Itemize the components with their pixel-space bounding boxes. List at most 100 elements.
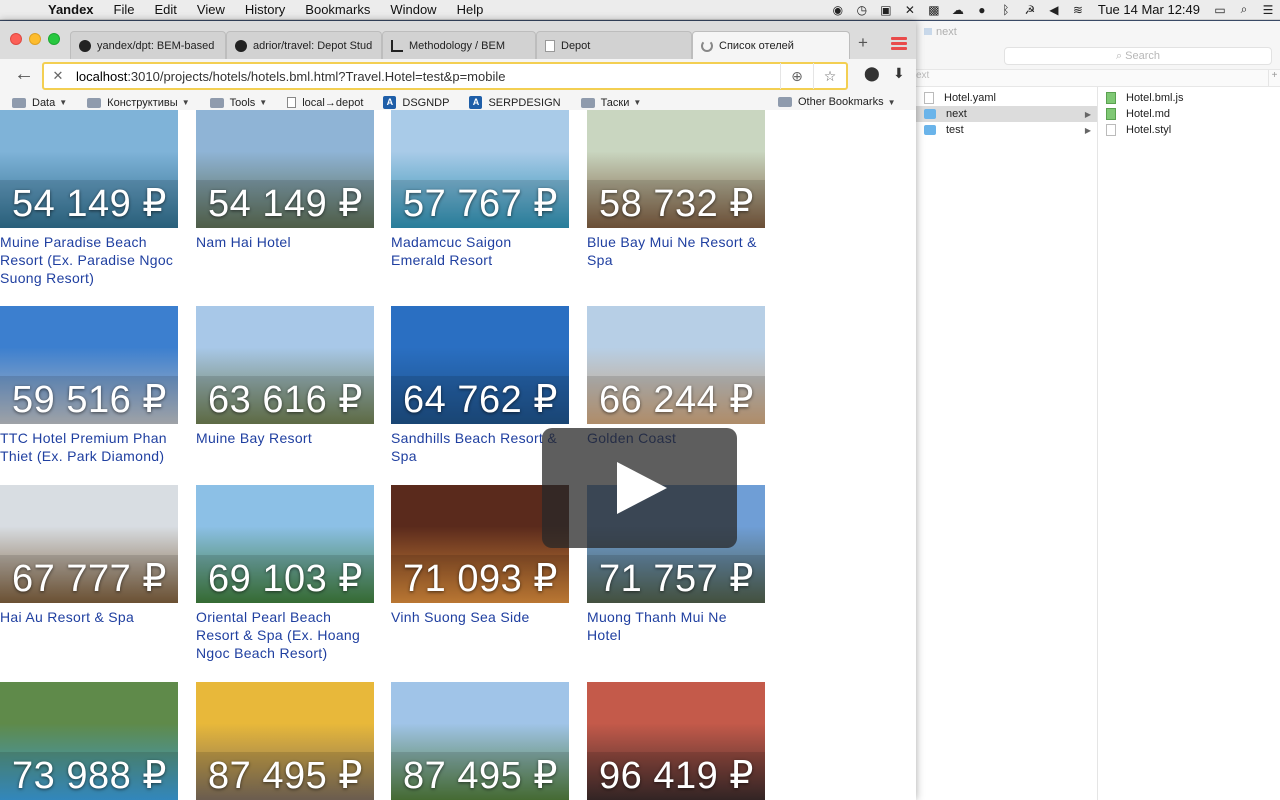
menu-bookmarks[interactable]: Bookmarks [295,2,380,17]
menu-help[interactable]: Help [447,2,494,17]
bookmark-dsgndp[interactable]: A DSGNDP [371,96,457,109]
clock[interactable]: Tue 14 Mar 12:49 [1090,2,1208,17]
menu-app-name[interactable]: Yandex [38,2,104,17]
hotel-name-link[interactable]: Blue Bay Mui Ne Resort & Spa [587,233,765,269]
hotel-photo[interactable]: 59 516 ₽ [0,306,178,424]
tab-hotel-list[interactable]: Список отелей [692,31,850,59]
timer-icon[interactable]: ◷ [850,3,874,17]
hotel-card[interactable]: 69 103 ₽ Oriental Pearl Beach Resort & Sp… [196,485,374,662]
hotel-photo[interactable]: 63 616 ₽ [196,306,374,424]
record-icon[interactable]: ◉ [826,3,850,17]
hotel-photo[interactable]: 54 149 ₽ [0,110,178,228]
bookmark-folder-data[interactable]: Data ▼ [0,97,75,109]
finder-item-hotel-bml-js[interactable]: Hotel.bml.js [1098,90,1280,106]
hotel-photo[interactable]: 87 495 ₽ [196,682,374,800]
protect-icon[interactable]: ⊕ [781,68,813,85]
hotel-photo[interactable]: 57 767 ₽ [391,110,569,228]
menu-history[interactable]: History [235,2,295,17]
vpn-icon[interactable]: ☭ [1018,3,1042,17]
url-text[interactable]: localhost:3010/projects/hotels/hotels.bm… [72,69,780,84]
finder-item-label: Hotel.styl [1126,124,1172,136]
close-window-button[interactable] [10,33,22,45]
finder-item-hotel-styl[interactable]: Hotel.styl [1098,122,1280,138]
bookmark-folder-constructives[interactable]: Конструктивы ▼ [75,97,197,109]
hotel-photo[interactable]: 67 777 ₽ [0,485,178,603]
spotlight-icon[interactable]: ⌕ [1232,2,1256,17]
hotel-photo[interactable]: 73 988 ₽ [0,682,178,800]
hotel-name-link[interactable]: Vinh Suong Sea Side [391,608,569,626]
bookmark-folder-tasks[interactable]: Таски ▼ [569,97,650,109]
hotel-photo[interactable]: 87 495 ₽ [391,682,569,800]
hotel-photo[interactable]: 54 149 ₽ [196,110,374,228]
hotel-photo[interactable]: 64 762 ₽ [391,306,569,424]
hotel-card[interactable]: 54 149 ₽ Nam Hai Hotel [196,110,374,251]
minimize-window-button[interactable] [29,33,41,45]
hotel-card[interactable]: 54 149 ₽ Muine Paradise Beach Resort (Ex.… [0,110,178,287]
screen-icon[interactable]: ▣ [874,3,898,17]
hotel-name-link[interactable]: Nam Hai Hotel [196,233,374,251]
tool-icon[interactable]: ✕ [898,3,922,17]
hotel-photo[interactable]: 96 419 ₽ [587,682,765,800]
tab-adrior-travel[interactable]: adrior/travel: Depot Stud [226,31,382,59]
back-button[interactable]: ← [14,63,34,86]
finder-item-hotel-md[interactable]: Hotel.md [1098,106,1280,122]
volume-icon[interactable]: ◀ [1042,3,1066,17]
zoom-window-button[interactable] [48,33,60,45]
hotel-card[interactable]: 96 419 ₽ [587,682,765,800]
hotel-price: 71 757 ₽ [587,555,765,603]
hotel-card[interactable]: 67 777 ₽ Hai Au Resort & Spa [0,485,178,626]
hotel-card[interactable]: 63 616 ₽ Muine Bay Resort [196,306,374,447]
tab-methodology-bem[interactable]: Methodology / BEM [382,31,536,59]
hotel-photo[interactable]: 66 244 ₽ [587,306,765,424]
camera-icon[interactable]: ▩ [922,3,946,17]
tab-depot[interactable]: Depot [536,31,692,59]
add-icon[interactable]: + [1268,70,1280,86]
menu-edit[interactable]: Edit [144,2,186,17]
battery-icon[interactable]: ▭ [1208,3,1232,17]
hotel-card[interactable]: 57 767 ₽ Madamcuc Saigon Emerald Resort [391,110,569,269]
finder-item-test[interactable]: test ▶ [916,122,1097,138]
hotel-photo[interactable]: 69 103 ₽ [196,485,374,603]
bookmark-star-icon[interactable]: ☆ [814,68,846,85]
hotel-card[interactable]: 66 244 ₽Golden Coast [587,306,765,447]
hotel-photo[interactable]: 58 732 ₽ [587,110,765,228]
hotel-card[interactable]: 87 495 ₽ [391,682,569,800]
finder-item-hotel-yaml[interactable]: Hotel.yaml [916,90,1097,106]
finder-search-input[interactable]: ⌕ Search [1004,47,1272,65]
hotel-name-link[interactable]: Muine Paradise Beach Resort (Ex. Paradis… [0,233,178,287]
cloud-sync-icon[interactable]: ☁ [946,3,970,17]
video-play-overlay[interactable] [542,428,737,548]
menu-file[interactable]: File [104,2,145,17]
hotel-name-link[interactable]: Muine Bay Resort [196,429,374,447]
hotel-name-link[interactable]: Oriental Pearl Beach Resort & Spa (Ex. H… [196,608,374,662]
tab-yandex-dpt[interactable]: yandex/dpt: BEM-based [70,31,226,59]
hotel-card[interactable]: 59 516 ₽ TTC Hotel Premium Phan Thiet (Ex… [0,306,178,465]
hotel-name-link[interactable]: Madamcuc Saigon Emerald Resort [391,233,569,269]
app-a-icon: A [469,96,483,109]
bookmark-folder-other[interactable]: Other Bookmarks ▼ [766,96,904,108]
hotel-name-link[interactable]: Hai Au Resort & Spa [0,608,178,626]
hotel-card[interactable]: 58 732 ₽ Blue Bay Mui Ne Resort & Spa [587,110,765,269]
new-tab-button[interactable]: + [858,33,868,53]
address-bar[interactable]: ✕ localhost:3010/projects/hotels/hotels.… [42,62,848,90]
menu-window[interactable]: Window [380,2,446,17]
menu-view[interactable]: View [187,2,235,17]
wifi-icon[interactable]: ≋ [1066,3,1090,17]
status-area: ◉ ◷ ▣ ✕ ▩ ☁ ● ᛒ ☭ ◀ ≋ Tue 14 Mar 12:49 ▭… [826,0,1280,20]
bookmark-local-depot[interactable]: local→depot [275,97,371,109]
notification-center-icon[interactable]: ☰ [1256,3,1280,17]
bookmark-label: Data [32,96,56,109]
bluetooth-icon[interactable]: ᛒ [994,3,1018,17]
hotel-name-link[interactable]: TTC Hotel Premium Phan Thiet (Ex. Park D… [0,429,178,465]
bookmark-folder-tools[interactable]: Tools ▼ [198,97,276,109]
finder-item-next[interactable]: next ▶ [916,106,1097,122]
hotel-name-link[interactable]: Muong Thanh Mui Ne Hotel [587,608,765,644]
hotel-card[interactable]: 73 988 ₽ [0,682,178,800]
hotel-card[interactable]: 87 495 ₽ [196,682,374,800]
download-icon[interactable]: ⬇ [893,65,905,82]
extension-icon[interactable]: ⬤ [864,65,880,82]
bolt-icon[interactable]: ● [970,3,994,17]
bookmark-serpdesign[interactable]: A SERPDESIGN [457,96,568,109]
browser-menu-icon[interactable] [891,37,907,52]
stop-loading-icon[interactable]: ✕ [44,68,72,84]
